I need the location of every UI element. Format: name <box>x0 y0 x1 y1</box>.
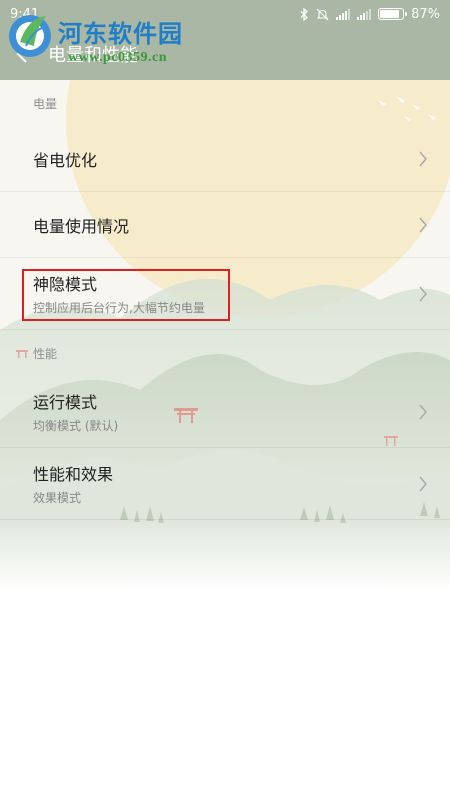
watermark-logo <box>9 15 51 57</box>
list-item-subtitle: 效果模式 <box>33 491 82 505</box>
battery-icon <box>378 8 408 20</box>
watermark: 河东软件园 www.pc0359.cn <box>6 6 236 68</box>
list-item-run-mode[interactable]: 运行模式 均衡模式 (默认) <box>0 376 450 448</box>
section-header-battery: 电量 <box>33 96 58 111</box>
signal-icon <box>336 8 351 20</box>
list-item-subtitle: 均衡模式 (默认) <box>33 419 119 433</box>
list-item-power-saving[interactable]: 省电优化 <box>0 126 450 192</box>
highlight-annotation-box <box>22 269 230 321</box>
list-item-performance-effects[interactable]: 性能和效果 效果模式 <box>0 448 450 520</box>
list-item-title: 运行模式 <box>33 393 98 412</box>
chevron-right-icon <box>419 404 427 419</box>
battery-percent: 87% <box>411 6 440 22</box>
watermark-title: 河东软件园 <box>58 19 183 48</box>
watermark-url: www.pc0359.cn <box>68 50 168 65</box>
chevron-right-icon <box>419 217 427 232</box>
chevron-right-icon <box>419 476 427 491</box>
signal-icon <box>357 8 372 20</box>
list-item-title: 省电优化 <box>33 150 98 170</box>
status-icons: 87% <box>300 7 440 22</box>
battery-level <box>380 10 399 18</box>
chevron-right-icon <box>419 286 427 301</box>
list-item-battery-usage[interactable]: 电量使用情况 <box>0 192 450 258</box>
chevron-right-icon <box>419 151 427 166</box>
bluetooth-icon <box>300 7 309 21</box>
mute-icon <box>316 8 329 20</box>
list-item-title: 性能和效果 <box>33 465 114 484</box>
section-header-performance: 性能 <box>33 346 58 361</box>
list-item-title: 电量使用情况 <box>33 216 130 236</box>
